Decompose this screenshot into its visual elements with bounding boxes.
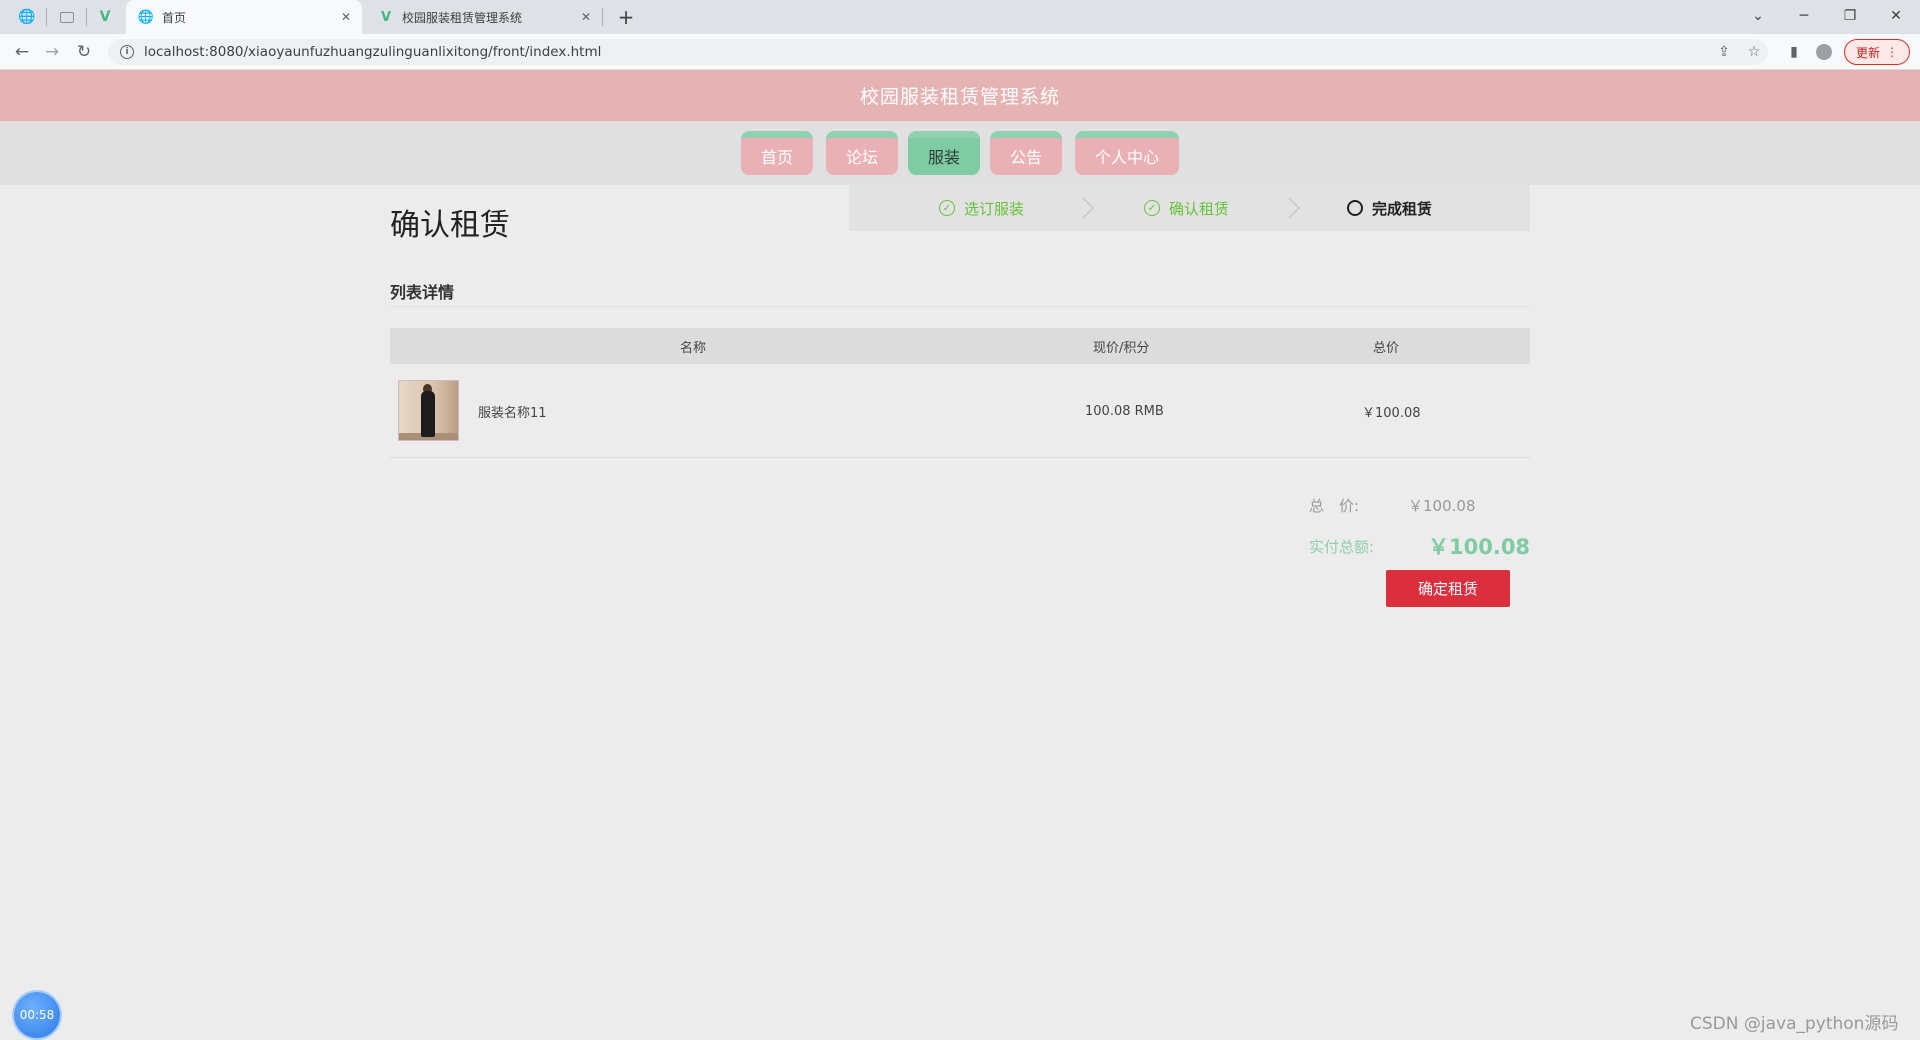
- update-label: 更新: [1855, 45, 1880, 60]
- bookmark-star-icon[interactable]: ☆: [1742, 40, 1766, 64]
- nav-label: 公告: [1009, 148, 1042, 167]
- progress-steps: ✓ 选订服装 ✓ 确认租赁 完成租赁: [849, 185, 1530, 231]
- amount-payable-label: 实付总额:: [1309, 538, 1375, 556]
- nav-label: 论坛: [845, 148, 878, 167]
- pinned-tab-vue-icon[interactable]: V: [94, 7, 116, 27]
- col-header-total: 总价: [1373, 340, 1400, 356]
- tab-separator: [86, 8, 87, 26]
- confirm-rental-button[interactable]: 确定租赁: [1386, 570, 1510, 607]
- site-info-icon[interactable]: i: [120, 45, 134, 59]
- nav-label: 服装: [927, 148, 960, 167]
- tab-label: 校园服装租赁管理系统: [402, 10, 523, 25]
- step-label: 完成租赁: [1372, 199, 1433, 218]
- col-header-price: 现价/积分: [1093, 340, 1150, 356]
- site-header: 校园服装租赁管理系统: [0, 70, 1920, 121]
- check-circle-icon: ✓: [939, 200, 955, 216]
- step-label: 选订服装: [964, 199, 1025, 218]
- tab-label: 首页: [162, 10, 187, 25]
- minimize-button[interactable]: ─: [1784, 3, 1824, 29]
- browser-tab-bar: 🌐 V 🌐 首页 ✕ V 校园服装租赁管理系统 ✕ + ⌄ ─ ❐ ✕: [0, 0, 1920, 34]
- timer-text: 00:58: [19, 1008, 55, 1022]
- section-divider: [390, 306, 1530, 307]
- table-row: 服装名称11 100.08 RMB ￥100.08: [390, 364, 1530, 458]
- vue-logo-icon: V: [380, 9, 392, 25]
- step-select-clothing: ✓ 选订服装: [939, 185, 1024, 231]
- amount-payable-value: ￥100.08: [1428, 535, 1531, 559]
- step-confirm-rental: ✓ 确认租赁: [1144, 185, 1229, 231]
- total-price-label: 总 价:: [1309, 497, 1360, 515]
- site-title: 校园服装租赁管理系统: [859, 86, 1060, 108]
- url-text[interactable]: localhost:8080/xiaoyaunfuzhuangzulinguan…: [144, 44, 601, 60]
- close-icon[interactable]: ✕: [338, 9, 354, 25]
- browser-update-button[interactable]: 更新 ⋮: [1844, 39, 1910, 65]
- pinned-tab-page-icon[interactable]: [56, 7, 78, 27]
- url-omnibox[interactable]: i localhost:8080/xiaoyaunfuzhuangzulingu…: [108, 39, 1768, 65]
- more-menu-icon: ⋮: [1886, 45, 1898, 59]
- forward-arrow-icon[interactable]: →: [40, 40, 64, 64]
- close-icon[interactable]: ✕: [578, 9, 594, 25]
- tab-separator: [602, 8, 603, 26]
- tab-separator: [46, 8, 47, 26]
- nav-item-forum[interactable]: 论坛: [826, 131, 898, 175]
- browser-address-bar: ← → ↻ i localhost:8080/xiaoyaunfuzhuangz…: [0, 34, 1920, 70]
- step-chevron-icon: [1288, 197, 1300, 219]
- nav-label: 首页: [760, 148, 793, 167]
- recording-timer-badge[interactable]: 00:58: [14, 992, 60, 1038]
- col-header-name: 名称: [680, 340, 707, 356]
- confirm-label: 确定租赁: [1417, 580, 1478, 598]
- page-title: 确认租赁: [390, 208, 510, 243]
- empty-circle-icon: [1347, 200, 1363, 216]
- step-complete-rental: 完成租赁: [1347, 185, 1432, 231]
- watermark-text: CSDN @java_python源码: [1690, 1014, 1899, 1034]
- section-title: 列表详情: [390, 283, 455, 302]
- tab-home[interactable]: 🌐 首页 ✕: [126, 0, 362, 34]
- share-icon[interactable]: ⇪: [1712, 40, 1736, 64]
- item-price: 100.08 RMB: [1085, 403, 1164, 419]
- nav-label: 个人中心: [1094, 148, 1159, 167]
- profile-avatar-icon[interactable]: [1812, 40, 1836, 64]
- total-price-value: ￥100.08: [1408, 497, 1476, 515]
- step-label: 确认租赁: [1169, 199, 1230, 218]
- new-tab-button[interactable]: +: [614, 5, 638, 29]
- nav-item-clothing[interactable]: 服装: [908, 131, 980, 175]
- reload-icon[interactable]: ↻: [72, 40, 96, 64]
- item-total: ￥100.08: [1362, 405, 1421, 421]
- close-window-button[interactable]: ✕: [1876, 3, 1916, 29]
- nav-item-personal-center[interactable]: 个人中心: [1075, 131, 1179, 175]
- restore-button[interactable]: ❐: [1830, 3, 1870, 29]
- globe-icon: 🌐: [137, 9, 155, 25]
- item-name: 服装名称11: [478, 405, 547, 421]
- step-chevron-icon: [1082, 197, 1094, 219]
- back-arrow-icon[interactable]: ←: [10, 40, 34, 64]
- nav-item-notice[interactable]: 公告: [990, 131, 1062, 175]
- nav-item-home[interactable]: 首页: [741, 131, 813, 175]
- check-circle-icon: ✓: [1144, 200, 1160, 216]
- pinned-tab-globe-icon[interactable]: 🌐: [16, 7, 38, 27]
- side-panel-icon[interactable]: ▮: [1782, 40, 1806, 64]
- clothing-thumbnail[interactable]: [398, 380, 459, 441]
- tab-search-chevron-down-icon[interactable]: ⌄: [1738, 3, 1778, 29]
- tab-system[interactable]: V 校园服装租赁管理系统 ✕: [366, 0, 602, 34]
- main-nav: 首页 论坛 服装 公告 个人中心: [0, 121, 1920, 185]
- table-header: 名称 现价/积分 总价: [390, 328, 1530, 364]
